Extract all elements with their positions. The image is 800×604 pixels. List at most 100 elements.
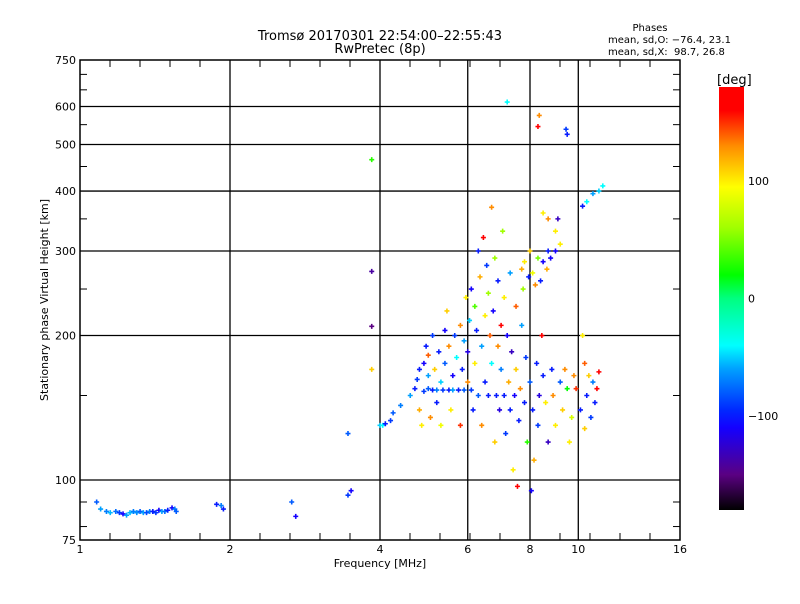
data-point xyxy=(485,393,491,399)
data-point xyxy=(475,248,481,254)
data-point xyxy=(450,373,456,379)
data-point xyxy=(555,216,561,222)
x-tick-label: 16 xyxy=(673,543,687,556)
data-point xyxy=(513,303,519,309)
data-point xyxy=(495,278,501,284)
data-point xyxy=(432,366,438,372)
data-point xyxy=(444,308,450,314)
data-point xyxy=(487,333,493,339)
data-point xyxy=(416,366,422,372)
data-point xyxy=(457,422,463,428)
data-point xyxy=(436,349,442,355)
data-point xyxy=(550,393,556,399)
data-point xyxy=(414,376,420,382)
data-point xyxy=(94,499,100,505)
scatter-points xyxy=(94,99,606,519)
data-point xyxy=(425,386,431,392)
data-point xyxy=(545,216,551,222)
data-point xyxy=(468,286,474,292)
data-point xyxy=(450,387,456,393)
y-tick-label: 600 xyxy=(55,101,76,114)
y-tick-label: 500 xyxy=(55,139,76,152)
axis-ticks: 1 2 4 6 8 10 16 75 100 200 300 400 500 600 750 xyxy=(55,54,687,556)
data-point xyxy=(369,268,375,274)
x-tick-label: 8 xyxy=(527,543,534,556)
data-point xyxy=(569,414,575,420)
data-point xyxy=(482,313,488,319)
data-point xyxy=(539,333,545,339)
data-point xyxy=(440,387,446,393)
data-point xyxy=(419,422,425,428)
data-point xyxy=(540,373,546,379)
data-point xyxy=(509,349,515,355)
y-tick-label: 750 xyxy=(55,54,76,67)
data-point xyxy=(412,386,418,392)
data-point xyxy=(566,439,572,445)
data-point xyxy=(421,360,427,366)
data-point xyxy=(552,228,558,234)
data-point xyxy=(530,407,536,413)
data-point xyxy=(600,183,606,189)
data-point xyxy=(543,400,549,406)
data-point xyxy=(552,422,558,428)
data-point xyxy=(535,422,541,428)
data-point xyxy=(468,387,474,393)
data-point xyxy=(407,393,413,399)
data-point xyxy=(489,204,495,210)
data-point xyxy=(490,308,496,314)
data-point xyxy=(474,327,480,333)
data-point xyxy=(562,366,568,372)
ionogram-chart: Tromsø 20170301 22:54:00–22:55:43 RwPret… xyxy=(38,23,778,570)
data-point xyxy=(452,333,458,339)
data-point xyxy=(388,418,394,424)
data-point xyxy=(540,210,546,216)
colorbar-label: [deg] xyxy=(717,73,752,88)
data-point xyxy=(596,188,602,194)
stats-x-mode: mean, sd,X: 98.7, 26.8 xyxy=(608,47,725,58)
data-point xyxy=(289,499,295,505)
colorbar-ticks: 100 0 −100 xyxy=(748,175,778,423)
data-point xyxy=(520,286,526,292)
data-point xyxy=(517,386,523,392)
data-point xyxy=(536,112,542,118)
data-point xyxy=(293,513,299,519)
data-point xyxy=(519,266,525,272)
data-point xyxy=(557,379,563,385)
data-point xyxy=(580,333,586,339)
data-point xyxy=(540,259,546,265)
data-point xyxy=(563,126,569,132)
data-point xyxy=(582,360,588,366)
data-point xyxy=(527,379,533,385)
data-point xyxy=(506,379,512,385)
data-point xyxy=(480,235,486,241)
x-axis-label: Frequency [MHz] xyxy=(334,557,426,570)
data-point xyxy=(493,393,499,399)
data-point xyxy=(442,327,448,333)
data-point xyxy=(470,407,476,413)
data-point xyxy=(531,457,537,463)
data-point xyxy=(592,400,598,406)
data-point xyxy=(461,338,467,344)
data-point xyxy=(457,322,463,328)
data-point xyxy=(461,387,467,393)
data-point xyxy=(594,386,600,392)
y-axis-label: Stationary phase Virtual Height [km] xyxy=(38,199,51,401)
data-point xyxy=(434,400,440,406)
data-point xyxy=(465,349,471,355)
data-point xyxy=(586,373,592,379)
data-point xyxy=(492,439,498,445)
data-point xyxy=(497,407,503,413)
data-point xyxy=(584,199,590,205)
data-point xyxy=(507,407,513,413)
data-point xyxy=(527,248,533,254)
data-point xyxy=(416,407,422,413)
data-point xyxy=(552,248,558,254)
stats-heading: Phases xyxy=(632,23,667,34)
data-point xyxy=(434,387,440,393)
data-point xyxy=(549,366,555,372)
data-point xyxy=(500,228,506,234)
data-point xyxy=(477,274,483,280)
data-point xyxy=(564,386,570,392)
y-tick-label: 75 xyxy=(62,534,76,547)
data-point xyxy=(535,124,541,130)
